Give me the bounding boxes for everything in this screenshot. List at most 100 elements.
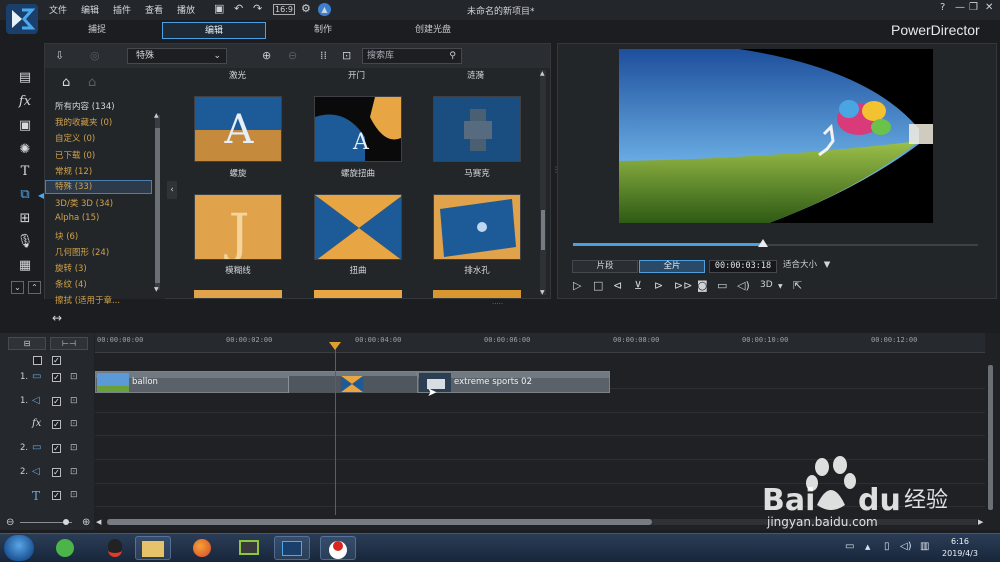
start-button[interactable] [4,535,34,561]
expand-up-icon[interactable]: ⌃ [28,281,41,294]
track-enable-checkbox[interactable]: ✓ [52,444,61,453]
3d-mode-button[interactable]: 3D [760,280,773,290]
playhead-marker[interactable] [329,342,341,350]
tray-expand-icon[interactable]: ▲ [865,543,870,551]
zoom-in-icon[interactable]: ⊕ [82,517,90,528]
add-tag-icon[interactable]: ⌂ [62,75,70,90]
category-scrollbar-thumb[interactable] [155,128,160,283]
taskbar-app-360[interactable] [47,536,83,560]
master-track-enable-checkbox[interactable] [33,356,42,365]
timecode-display[interactable]: 00:00:03:18 [709,260,777,273]
category-item[interactable]: Alpha (15) [55,213,99,223]
keyboard-icon[interactable]: ▭ [845,541,854,552]
transition-thumb-partial[interactable] [433,290,521,298]
category-item[interactable]: 旋转 (3) [55,262,87,274]
timeline-track-row[interactable] [95,414,985,436]
transition-thumb-mosaic[interactable] [433,96,521,162]
category-item[interactable]: 已下载 (0) [55,149,95,161]
fx-room-icon[interactable]: fx [15,94,35,112]
scroll-left-icon[interactable]: ◀ [96,518,101,526]
thumbnail-size-icon[interactable]: ⊡ [342,49,351,62]
clip-mode-button[interactable]: 片段 [572,260,638,273]
transition-thumb-spiral-twist[interactable]: A [314,96,402,162]
scroll-up-icon[interactable]: ▲ [154,112,159,119]
category-item[interactable]: 擦拭 (适用于章... [55,294,120,306]
track-lock-icon[interactable]: ⊡ [70,372,78,382]
category-item[interactable]: 所有内容 (134) [55,100,115,112]
media-room-icon[interactable]: ▤ [15,70,35,88]
title-room-icon[interactable]: T [15,164,35,182]
stop-icon[interactable]: □ [593,279,603,292]
track-lock-icon[interactable]: ⊡ [70,443,78,453]
library-search-input[interactable]: 搜索库 ⚲ [362,48,462,64]
tab-create-disc[interactable]: 创建光盘 [388,22,478,39]
import-media-icon[interactable]: ⇩ [55,49,64,62]
voice-over-icon[interactable]: 🎙 [15,234,35,252]
volume-tray-icon[interactable]: ◁) [900,541,912,552]
tab-capture[interactable]: 捕捉 [52,22,142,39]
category-item[interactable]: 我的收藏夹 (0) [55,116,112,128]
previous-frame-icon[interactable]: ⊲ [613,279,622,292]
library-scrollbar[interactable] [540,70,546,295]
resize-handle[interactable]: ..... [492,298,503,306]
collapse-panel-button[interactable]: ‹ [167,181,177,199]
scroll-down-icon[interactable]: ▼ [540,289,545,296]
next-frame-icon[interactable]: ⊳ [654,279,663,292]
library-scrollbar-thumb[interactable] [541,210,545,250]
audio-mix-room-icon[interactable]: ⊞ [15,211,35,229]
scroll-right-icon[interactable]: ▶ [978,518,983,526]
menu-view[interactable]: 查看 [145,3,163,16]
account-icon[interactable]: ▲ [318,3,331,16]
category-item[interactable]: 自定义 (0) [55,132,95,144]
track-enable-checkbox[interactable]: ✓ [52,468,61,477]
gear-icon[interactable]: ⚙ [301,2,311,15]
zoom-out-icon[interactable]: ⊖ [6,517,14,528]
maximize-button[interactable]: ❐ [969,2,978,13]
chapter-room-icon[interactable]: ▦ [15,258,35,276]
category-item[interactable]: 几何图形 (24) [55,246,109,258]
scroll-down-icon[interactable]: ▼ [154,286,159,293]
timeline-vertical-scrollbar[interactable] [988,365,993,510]
track-enable-checkbox[interactable]: ✓ [52,491,61,500]
library-filter-select[interactable]: 特殊 ⌄ [127,48,227,64]
split-icon[interactable]: ↔ [52,311,62,325]
track-enable-checkbox[interactable]: ✓ [52,397,61,406]
transition-thumb-blur-line[interactable]: J [194,194,282,260]
category-item[interactable]: 块 (6) [55,230,78,242]
fit-timeline-button[interactable]: ⊢⊣ [50,337,88,350]
category-item[interactable]: 条纹 (4) [55,278,87,290]
aspect-ratio-icon[interactable]: 16:9 [273,4,295,15]
battery-icon[interactable]: ▯ [884,541,890,552]
transition-thumb-drain[interactable] [433,194,521,260]
undock-icon[interactable]: ⇱ [793,279,802,292]
timeline-zoom-knob[interactable] [63,519,69,525]
track-lock-icon[interactable]: ⊡ [70,396,78,406]
menu-file[interactable]: 文件 [49,3,67,16]
grid-view-icon[interactable]: ⁞⁞ [320,49,327,62]
snapshot-icon[interactable]: ◙ [697,279,708,292]
category-item[interactable]: 特殊 (33) [45,180,152,194]
taskbar-app-player[interactable] [231,536,267,560]
taskbar-app-powerdirector[interactable] [274,536,310,560]
track-lock-icon[interactable]: ⊡ [70,419,78,429]
category-item[interactable]: 常规 (12) [55,165,92,177]
fit-size-select[interactable]: 适合大小 ▼ [783,260,843,273]
taskbar-app-explorer[interactable] [135,536,171,560]
preview-progress-knob[interactable] [758,239,768,247]
fast-forward-icon[interactable]: ⊳⊳ [674,279,692,292]
close-button[interactable]: ✕ [985,2,993,13]
taskbar-app-recorder[interactable] [320,536,356,560]
pip-room-icon[interactable]: ▣ [15,118,35,136]
tab-edit[interactable]: 编辑 [162,22,266,39]
transition-thumb-spiral[interactable]: A [194,96,282,162]
taskbar-app-firefox[interactable] [184,536,220,560]
redo-icon[interactable]: ↷ [253,2,262,15]
undo-icon[interactable]: ↶ [234,2,243,15]
network-icon[interactable]: ▥ [920,541,929,552]
transition-thumb-partial[interactable] [194,290,282,298]
transition-thumb-distort[interactable] [314,194,402,260]
playhead-line[interactable] [335,345,336,515]
taskbar-clock[interactable]: 6:16 2019/4/3 [935,536,985,560]
play-icon[interactable]: ▷ [573,279,581,292]
track-enable-checkbox[interactable]: ✓ [52,373,61,382]
